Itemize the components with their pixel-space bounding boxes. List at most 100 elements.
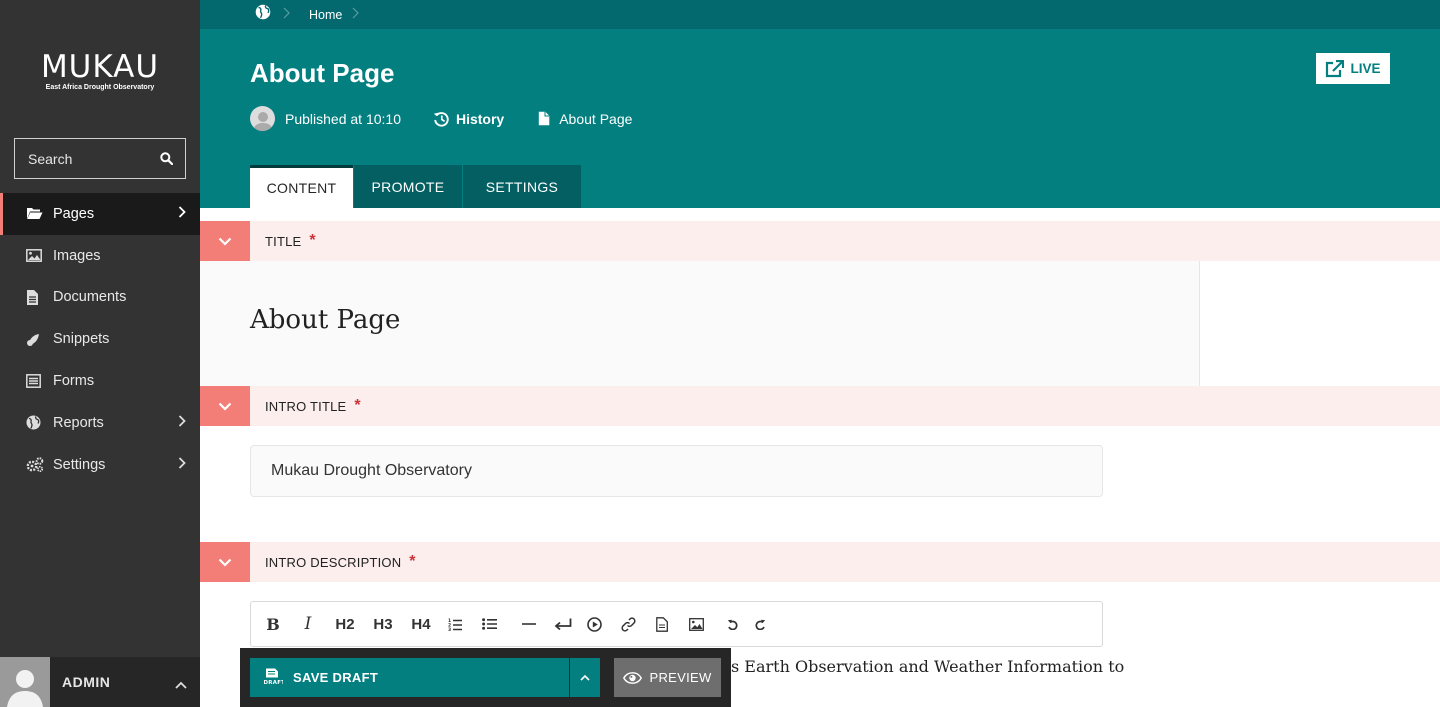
folder-open-icon bbox=[26, 207, 44, 220]
h3-button[interactable]: H3 bbox=[371, 601, 395, 647]
logo[interactable]: MUKAU East Africa Drought Observatory bbox=[0, 50, 200, 91]
breadcrumb: Home bbox=[200, 0, 1440, 29]
document-icon bbox=[539, 111, 550, 126]
live-label: LIVE bbox=[1350, 61, 1381, 76]
chevron-down-icon bbox=[218, 558, 232, 567]
chevron-right-icon bbox=[352, 6, 360, 24]
draft-icon: DRAFT bbox=[263, 668, 285, 688]
save-draft-label: SAVE DRAFT bbox=[293, 670, 379, 685]
logo-title: MUKAU bbox=[40, 49, 160, 85]
collapse-toggle[interactable] bbox=[200, 221, 250, 261]
title-input[interactable]: About Page bbox=[200, 261, 1200, 386]
field-label: INTRO DESCRIPTION bbox=[265, 554, 402, 570]
collapse-toggle[interactable] bbox=[200, 542, 250, 582]
tab-bar: CONTENT PROMOTE SETTINGS bbox=[250, 165, 582, 208]
rich-text-toolbar: B I H2 H3 H4 123 bbox=[250, 601, 1103, 647]
redo-icon[interactable] bbox=[752, 601, 768, 647]
line-break-icon[interactable] bbox=[554, 601, 572, 647]
search-icon[interactable] bbox=[160, 152, 173, 165]
avatar bbox=[0, 657, 50, 707]
sidebar-item-documents[interactable]: Documents bbox=[0, 277, 200, 319]
chevron-right-icon bbox=[178, 206, 186, 222]
cogs-icon bbox=[26, 457, 44, 473]
field-label: TITLE bbox=[265, 233, 302, 249]
save-draft-button[interactable]: DRAFT SAVE DRAFT bbox=[250, 658, 569, 697]
sidebar-item-label: Images bbox=[53, 247, 101, 264]
sidebar-item-settings[interactable]: Settings bbox=[0, 444, 200, 486]
page-meta: Published at 10:10 History About Page bbox=[250, 106, 632, 131]
status-text: Published at 10:10 bbox=[285, 110, 401, 127]
sidebar-item-label: Settings bbox=[53, 456, 106, 473]
preview-label: PREVIEW bbox=[649, 670, 712, 685]
chevron-down-icon bbox=[218, 402, 232, 411]
tab-content[interactable]: CONTENT bbox=[250, 165, 353, 208]
chevron-right-icon bbox=[178, 415, 186, 431]
page-header: About Page Published at 10:10 History Ab… bbox=[200, 29, 1440, 208]
chevron-right-icon bbox=[283, 6, 290, 24]
live-button[interactable]: LIVE bbox=[1316, 53, 1390, 84]
undo-icon[interactable] bbox=[724, 601, 740, 647]
preview-button[interactable]: PREVIEW bbox=[614, 658, 721, 697]
title-value: About Page bbox=[250, 305, 401, 335]
svg-text:3: 3 bbox=[448, 627, 451, 631]
footer-actions: DRAFT SAVE DRAFT PREVIEW bbox=[240, 648, 731, 707]
h4-button[interactable]: H4 bbox=[409, 601, 433, 647]
image-icon bbox=[26, 249, 44, 263]
sidebar-menu: Pages Images Documents Snippets Forms Re… bbox=[0, 193, 200, 486]
sidebar-item-snippets[interactable]: Snippets bbox=[0, 318, 200, 360]
intro-description-editor[interactable]: s Earth Observation and Weather Informat… bbox=[731, 657, 1124, 676]
tab-promote[interactable]: PROMOTE bbox=[354, 165, 462, 208]
field-label: INTRO TITLE bbox=[265, 398, 347, 414]
form-icon bbox=[26, 374, 44, 389]
more-actions-button[interactable] bbox=[570, 658, 600, 697]
page-type: About Page bbox=[538, 111, 632, 127]
required-marker: * bbox=[309, 232, 316, 249]
sidebar-item-label: Documents bbox=[53, 289, 127, 306]
h2-button[interactable]: H2 bbox=[333, 601, 357, 647]
tab-settings[interactable]: SETTINGS bbox=[463, 165, 581, 208]
intro-title-input[interactable]: Mukau Drought Observatory bbox=[250, 445, 1103, 497]
intro-description-field-header: INTRO DESCRIPTION * bbox=[200, 542, 1440, 582]
snippet-icon bbox=[26, 332, 44, 347]
horizontal-rule-icon[interactable] bbox=[521, 601, 537, 647]
sidebar-item-pages[interactable]: Pages bbox=[0, 193, 200, 235]
ordered-list-icon[interactable]: 123 bbox=[447, 601, 463, 647]
document-icon bbox=[26, 289, 44, 305]
sidebar-item-label: Reports bbox=[53, 414, 104, 431]
intro-title-field-header: INTRO TITLE * bbox=[200, 386, 1440, 426]
chevron-right-icon bbox=[178, 457, 186, 473]
globe-icon[interactable] bbox=[255, 4, 271, 25]
sidebar-item-label: Pages bbox=[53, 205, 95, 222]
external-link-icon bbox=[1326, 59, 1345, 77]
chevron-up-icon bbox=[580, 674, 590, 681]
bold-button[interactable]: B bbox=[265, 601, 281, 647]
image-icon[interactable] bbox=[688, 601, 704, 647]
search-input[interactable]: Search bbox=[14, 138, 186, 179]
account-name: ADMIN bbox=[62, 674, 111, 690]
logo-subtitle: East Africa Drought Observatory bbox=[45, 84, 155, 91]
title-field-header: TITLE * bbox=[200, 221, 1440, 261]
italic-button[interactable]: I bbox=[299, 601, 317, 647]
sidebar-item-label: Snippets bbox=[53, 331, 110, 348]
history-link[interactable]: History bbox=[433, 111, 504, 127]
collapse-toggle[interactable] bbox=[200, 386, 250, 426]
sidebar-item-reports[interactable]: Reports bbox=[0, 402, 200, 444]
page-title: About Page bbox=[250, 58, 395, 88]
globe-icon bbox=[26, 415, 44, 430]
sidebar-item-forms[interactable]: Forms bbox=[0, 360, 200, 402]
account-menu[interactable]: ADMIN bbox=[0, 657, 200, 707]
link-icon[interactable] bbox=[620, 601, 636, 647]
document-icon[interactable] bbox=[654, 601, 670, 647]
svg-text:DRAFT: DRAFT bbox=[264, 680, 284, 685]
chevron-down-icon bbox=[218, 237, 232, 246]
avatar bbox=[250, 106, 275, 131]
page-type-label: About Page bbox=[559, 110, 633, 127]
required-marker: * bbox=[409, 553, 416, 570]
chevron-up-icon[interactable] bbox=[175, 676, 187, 694]
sidebar: MUKAU East Africa Drought Observatory Se… bbox=[0, 0, 200, 707]
sidebar-item-images[interactable]: Images bbox=[0, 235, 200, 277]
breadcrumb-item-home[interactable]: Home bbox=[309, 8, 342, 22]
bulleted-list-icon[interactable] bbox=[481, 601, 497, 647]
sidebar-item-label: Forms bbox=[53, 373, 95, 390]
embed-icon[interactable] bbox=[586, 601, 602, 647]
